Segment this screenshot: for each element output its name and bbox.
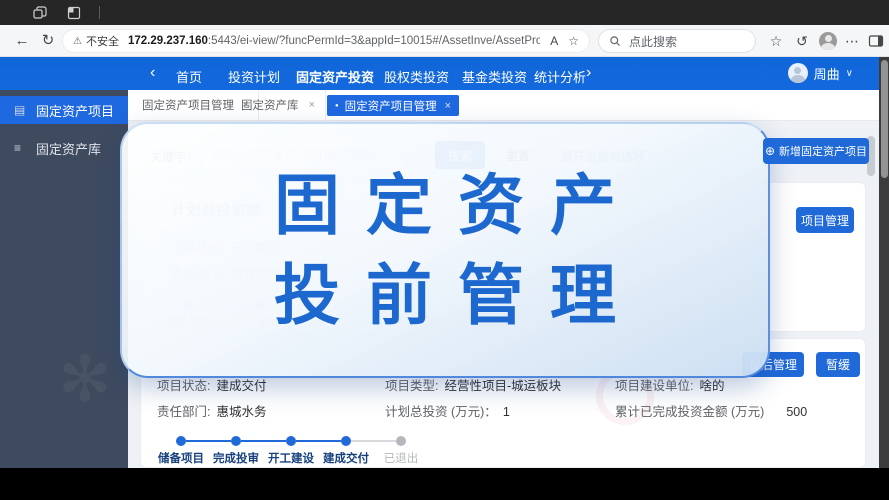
project-manage-button[interactable]: 项目管理 <box>796 207 854 233</box>
overlay-banner: 固定资产 投前管理 <box>120 122 770 378</box>
sidebar-panel-icon[interactable] <box>864 29 888 53</box>
address-bar[interactable]: ⚠ 不安全 172.29.237.160:5443/ei-view/?funcP… <box>62 29 590 53</box>
window-scrollbar[interactable] <box>879 57 889 468</box>
nav-item-fixed-asset[interactable]: 固定资产投资 <box>296 67 374 86</box>
sidebar-item-asset-library[interactable]: ≡ 固定资产库 <box>0 134 128 162</box>
sidebar: ▤ 固定资产项目 ≡ 固定资产库 ✻ <box>0 90 128 468</box>
asset-library-icon: ≡ <box>14 141 28 155</box>
security-label: 不安全 <box>86 33 119 49</box>
avatar-icon <box>819 32 837 50</box>
user-name: 周曲 <box>814 64 840 83</box>
nav-item-fund[interactable]: 基金类投资 <box>462 67 527 86</box>
nav-item-equity[interactable]: 股权类投资 <box>384 67 449 86</box>
user-avatar-icon <box>788 63 808 83</box>
step-dot <box>231 436 241 446</box>
browser-search-box[interactable]: 点此搜索 <box>598 29 756 53</box>
step-line <box>186 440 231 442</box>
nav-item-stats[interactable]: 统计分析 <box>534 67 586 86</box>
user-menu[interactable]: 周曲 ∨ <box>788 63 853 83</box>
tab-icon[interactable] <box>66 5 82 21</box>
step-dot <box>396 436 406 446</box>
field-responsible-dept: 责任部门:惠城水务 <box>157 401 267 420</box>
asset-project-icon: ▤ <box>14 103 28 117</box>
nav-item-home[interactable]: 首页 <box>176 67 202 86</box>
step-label-reserve: 储备项目 <box>158 450 204 466</box>
sidebar-item-asset-project[interactable]: ▤ 固定资产项目 <box>0 96 128 124</box>
collections-icon[interactable]: ☆ <box>764 29 788 53</box>
tab-label: 固定资产项目管理 <box>142 97 234 113</box>
workspaces-icon[interactable] <box>32 5 48 21</box>
search-placeholder: 点此搜索 <box>629 33 677 50</box>
history-icon[interactable]: ↺ <box>790 29 814 53</box>
bottom-black-bar <box>0 468 889 500</box>
tab-asset-project-mgmt-active[interactable]: ● 固定资产项目管理 × <box>327 95 459 116</box>
step-label-delivered: 建成交付 <box>323 450 369 466</box>
browser-titlebar <box>0 0 889 25</box>
browser-toolbar: ← ↻ ⚠ 不安全 172.29.237.160:5443/ei-view/?f… <box>0 25 889 57</box>
window-scrollbar-thumb[interactable] <box>881 60 888 178</box>
sidebar-item-label: 固定资产库 <box>36 139 101 158</box>
profile-avatar[interactable] <box>816 29 840 53</box>
url-path: :5443/ei-view/?funcPermId=3&appId=10015#… <box>208 35 540 47</box>
step-label-exited: 已退出 <box>384 450 419 466</box>
url-host: 172.29.237.160 <box>128 35 208 47</box>
insecure-warning-icon: ⚠ <box>73 36 82 47</box>
field-planned-invest: 计划总投资 (万元)：1 <box>385 401 510 420</box>
browser-window: ← ↻ ⚠ 不安全 172.29.237.160:5443/ei-view/?f… <box>0 0 889 500</box>
search-icon <box>609 35 621 47</box>
tab-label: 固定资产项目管理 <box>345 98 437 114</box>
titlebar-separator <box>99 6 100 19</box>
chevron-down-icon: ∨ <box>846 68 853 79</box>
tab-label: 固定资产库 <box>241 97 299 113</box>
pause-button[interactable]: 暂缓 <box>816 352 860 377</box>
close-icon[interactable]: × <box>445 100 451 112</box>
step-dot <box>176 436 186 446</box>
more-menu-icon[interactable]: ⋯ <box>840 29 864 53</box>
step-label-construction: 开工建设 <box>268 450 314 466</box>
step-label-review: 完成投审 <box>213 450 259 466</box>
step-line <box>241 440 286 442</box>
flower-watermark-icon: ✻ <box>58 342 112 417</box>
favorite-star-icon[interactable]: ☆ <box>568 34 579 48</box>
plus-icon: ⊕ <box>765 144 775 158</box>
step-dot <box>341 436 351 446</box>
tab-bar: 固定资产项目管理 × 固定资产库 × ● 固定资产项目管理 × <box>128 90 879 121</box>
tab-asset-library[interactable]: 固定资产库 × <box>231 90 326 120</box>
nav-next-icon[interactable]: › <box>586 64 591 82</box>
step-dot <box>286 436 296 446</box>
close-icon[interactable]: × <box>309 99 315 111</box>
step-line <box>296 440 341 442</box>
overlay-title-line2: 投前管理 <box>248 262 642 328</box>
overlay-title-line1: 固定资产 <box>248 172 642 238</box>
field-completed-invest: 累计已完成投资金额 (万元)500 <box>615 401 807 420</box>
add-button-label: 新增固定资产项目 <box>779 143 867 159</box>
step-line <box>351 440 396 442</box>
refresh-button[interactable]: ↻ <box>36 28 60 52</box>
sidebar-item-label: 固定资产项目 <box>36 101 114 120</box>
active-dot-icon: ● <box>335 103 339 109</box>
back-button[interactable]: ← <box>10 28 34 52</box>
nav-item-invest-plan[interactable]: 投资计划 <box>228 67 280 86</box>
url-text: 172.29.237.160:5443/ei-view/?funcPermId=… <box>128 35 540 47</box>
add-asset-project-button[interactable]: ⊕ 新增固定资产项目 <box>763 138 869 164</box>
app-navbar: ‹ 首页 投资计划 固定资产投资 股权类投资 基金类投资 统计分析 › 周曲 ∨ <box>0 57 879 90</box>
read-aloud-icon[interactable]: A <box>550 34 558 48</box>
nav-prev-icon[interactable]: ‹ <box>150 64 155 82</box>
